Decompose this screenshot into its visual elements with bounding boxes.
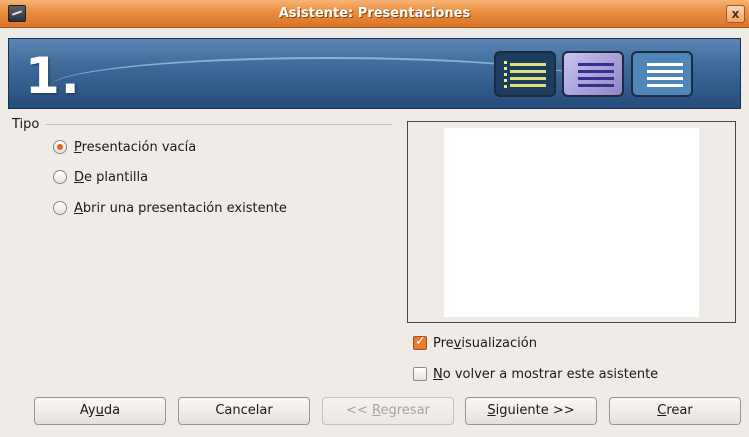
step-number: 1. [25, 47, 81, 105]
preview-checkbox[interactable] [413, 334, 427, 350]
title-bar: Asistente: Presentaciones x [0, 0, 749, 28]
back-button[interactable]: << Regresar [322, 397, 454, 425]
radio-button[interactable] [53, 170, 67, 184]
radio-button[interactable] [53, 201, 67, 215]
radio-label: De plantilla [74, 169, 149, 185]
group-divider [46, 124, 392, 125]
preview-canvas [444, 128, 699, 317]
cancel-button[interactable]: Cancelar [178, 397, 310, 425]
next-button[interactable]: Siguiente >> [465, 397, 597, 425]
radio-label: Abrir una presentación existente [74, 200, 287, 216]
radio-label: Presentación vacía [74, 139, 197, 155]
no-show-checkbox-row[interactable]: No volver a mostrar este asistente [413, 364, 658, 384]
preview-checkbox-label: Previsualización [433, 335, 537, 351]
preview-checkbox-row[interactable]: Previsualización [413, 333, 537, 353]
type-group-label: Tipo [12, 117, 40, 132]
wizard-banner: 1. [8, 38, 741, 109]
close-button[interactable]: x [726, 5, 745, 23]
create-button[interactable]: Crear [609, 397, 741, 425]
no-show-checkbox[interactable] [413, 367, 427, 381]
notes-doc-icon [631, 51, 693, 97]
help-button[interactable]: Ayuda [34, 397, 166, 425]
radio-from-template[interactable]: De plantilla [53, 167, 148, 187]
presentation-doc-icon [494, 51, 556, 97]
close-icon: x [731, 7, 740, 21]
radio-open-existing[interactable]: Abrir una presentación existente [53, 198, 287, 218]
window-title: Asistente: Presentaciones [278, 6, 471, 21]
no-show-checkbox-label: No volver a mostrar este asistente [433, 366, 659, 382]
radio-empty-presentation[interactable]: Presentación vacía [53, 137, 196, 157]
radio-button[interactable] [53, 140, 67, 154]
outline-doc-icon [562, 51, 624, 97]
